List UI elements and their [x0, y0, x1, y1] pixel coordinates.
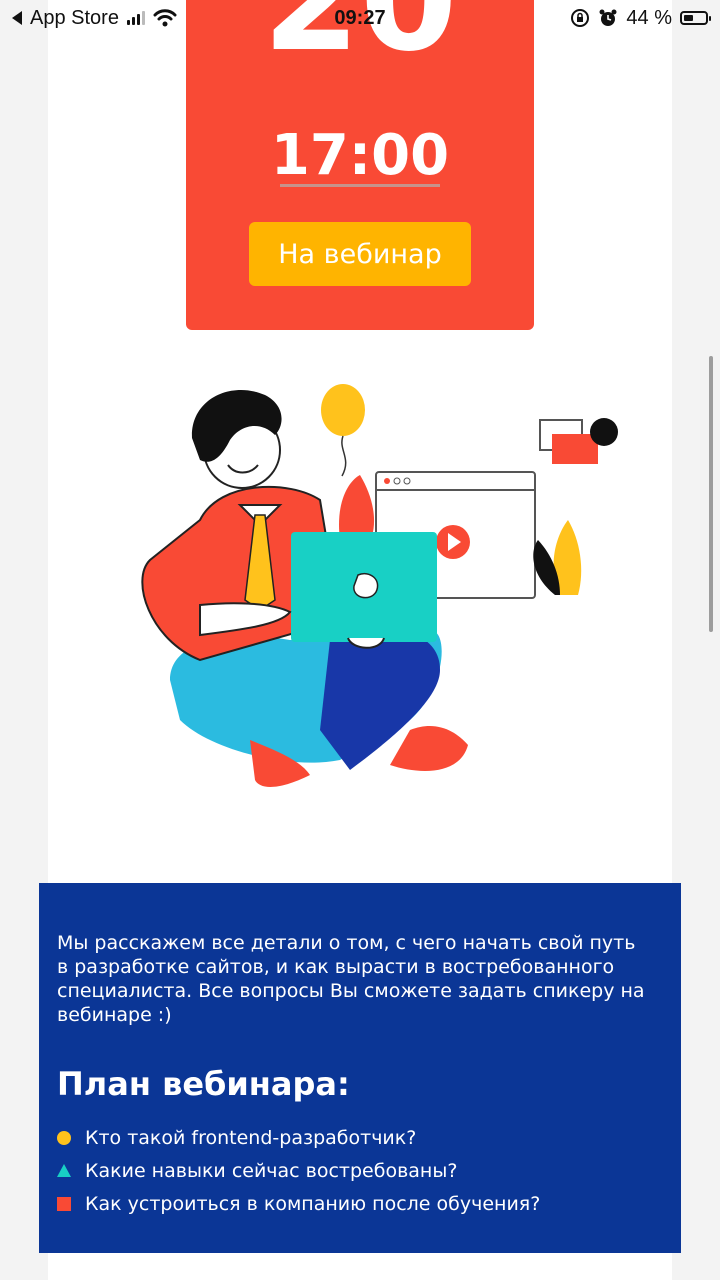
- alarm-icon: [599, 9, 617, 26]
- event-time: 17:00: [270, 123, 450, 188]
- plan-item-text: Какие навыки сейчас востребованы?: [85, 1159, 458, 1182]
- plan-list: Кто такой frontend-разработчик? Какие на…: [57, 1121, 540, 1220]
- balloon-shape: [321, 384, 365, 436]
- webinar-info-section: Мы расскажем все детали о том, с чего на…: [39, 883, 681, 1253]
- plan-title: План вебинара:: [57, 1065, 350, 1103]
- list-item: Кто такой frontend-разработчик?: [57, 1121, 540, 1154]
- circle-bullet-icon: [57, 1130, 71, 1145]
- time-underline: [280, 184, 440, 187]
- back-arrow-icon[interactable]: [12, 11, 22, 25]
- developer-illustration: [141, 384, 618, 787]
- intro-text: Мы расскажем все детали о том, с чего на…: [57, 932, 645, 1026]
- battery-percent: 44 %: [626, 6, 672, 29]
- list-item: Какие навыки сейчас востребованы?: [57, 1154, 540, 1187]
- join-webinar-button[interactable]: На вебинар: [249, 222, 471, 286]
- status-bar: App Store 09:27 44 %: [0, 0, 720, 36]
- plan-item-text: Кто такой frontend-разработчик?: [85, 1126, 417, 1149]
- list-item: Как устроиться в компанию после обучения…: [57, 1187, 540, 1220]
- scroll-indicator[interactable]: [709, 356, 713, 632]
- status-right: 44 %: [570, 6, 711, 30]
- status-left: App Store: [12, 7, 177, 30]
- back-app-label[interactable]: App Store: [30, 7, 119, 30]
- wifi-icon: [153, 9, 177, 27]
- rotation-lock-icon: [571, 9, 590, 27]
- event-hero-card: 20 17:00 На вебинар: [186, 0, 534, 330]
- triangle-bullet-icon: [57, 1164, 71, 1177]
- battery-icon: [680, 11, 711, 25]
- plan-item-text: Как устроиться в компанию после обучения…: [85, 1192, 541, 1215]
- square-bullet-icon: [57, 1196, 71, 1211]
- status-time: 09:27: [334, 6, 386, 29]
- signal-icon: [126, 11, 145, 25]
